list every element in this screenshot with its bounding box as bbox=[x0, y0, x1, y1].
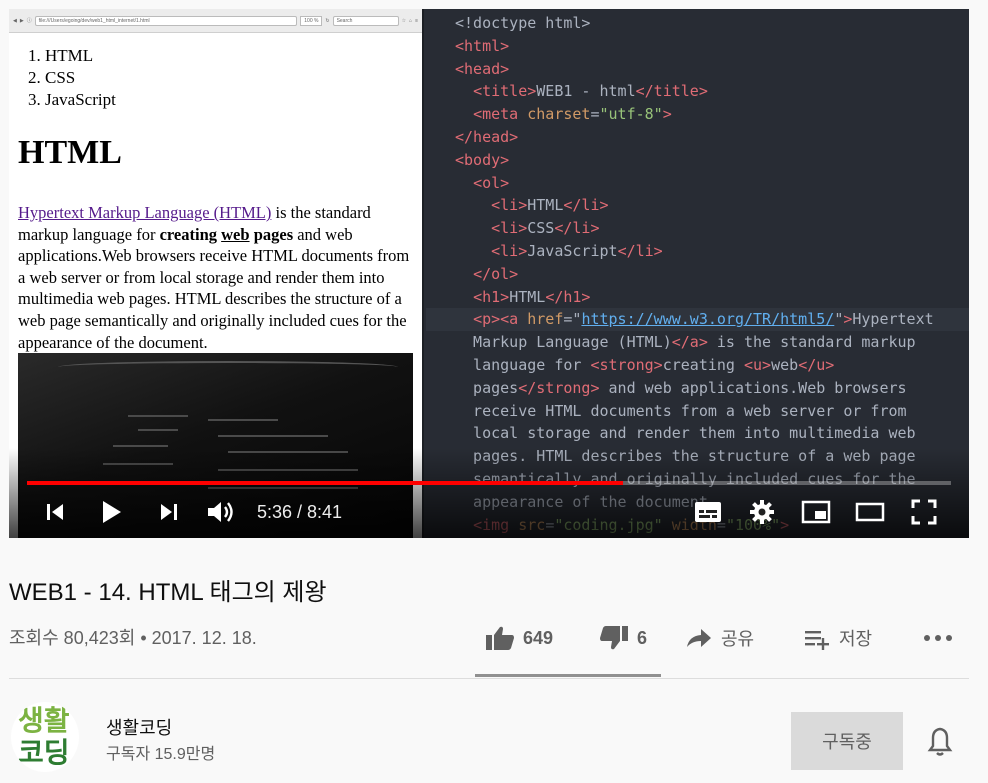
share-button[interactable]: 공유 bbox=[685, 618, 754, 658]
volume-button[interactable] bbox=[203, 494, 239, 530]
miniplayer-icon bbox=[801, 500, 831, 524]
code-line: pages</strong> and web applications.Web … bbox=[455, 378, 907, 397]
video-meta: 조회수 80,423회 • 2017. 12. 18. bbox=[9, 624, 257, 650]
code-line: receive HTML documents from a web server… bbox=[455, 401, 907, 420]
strong-text: creating web pages bbox=[160, 225, 294, 244]
settings-button[interactable] bbox=[746, 494, 778, 530]
like-count: 649 bbox=[523, 627, 554, 648]
thumbs-down-icon bbox=[600, 626, 628, 650]
meta-separator: • bbox=[140, 628, 147, 648]
code-line: <li>CSS</li> bbox=[491, 219, 600, 238]
share-icon bbox=[687, 629, 711, 647]
avatar-text: 생활 bbox=[18, 704, 70, 737]
progress-bar[interactable] bbox=[27, 481, 951, 485]
avatar-text: 코딩 bbox=[18, 736, 70, 769]
code-line: <li>HTML</li> bbox=[491, 196, 609, 215]
next-button[interactable] bbox=[153, 494, 185, 530]
code-line: <head> bbox=[455, 59, 510, 78]
code-line: <li>JavaScript</li> bbox=[491, 241, 663, 260]
code-line: </ol> bbox=[473, 264, 519, 283]
code-line: <p><a href="https://www.w3.org/TR/html5/… bbox=[473, 310, 934, 329]
strong-part: pages bbox=[249, 224, 294, 244]
bell-icon bbox=[927, 727, 953, 756]
save-label: 저장 bbox=[839, 629, 873, 649]
notification-bell-button[interactable] bbox=[922, 724, 958, 760]
previous-button[interactable] bbox=[39, 494, 71, 530]
playlist-add-icon bbox=[805, 631, 829, 650]
more-icon bbox=[924, 635, 952, 641]
video-title: WEB1 - 14. HTML 태그의 제왕 bbox=[9, 579, 327, 606]
list-item: CSS bbox=[45, 67, 116, 89]
back-icon[interactable]: ◀ bbox=[13, 18, 17, 24]
info-icon: ⓘ bbox=[26, 18, 32, 24]
browser-zoom: 100 % bbox=[300, 15, 323, 26]
code-line: <!doctype html> bbox=[455, 14, 591, 32]
like-button[interactable]: 649 bbox=[485, 618, 553, 658]
like-ratio-bar bbox=[475, 674, 661, 677]
theater-mode-button[interactable] bbox=[853, 494, 887, 530]
skip-previous-icon bbox=[47, 504, 63, 520]
player-controls: 5:36 / 8:41 bbox=[9, 494, 969, 534]
strong-part: creating bbox=[159, 224, 222, 244]
subtitles-button[interactable] bbox=[692, 494, 724, 530]
code-line: <ol> bbox=[473, 173, 510, 192]
channel-avatar[interactable]: 생활 코딩 bbox=[11, 702, 79, 772]
video-actions: 649 6 공유 저장 bbox=[475, 618, 965, 660]
subtitles-icon bbox=[695, 502, 721, 522]
forward-icon[interactable]: ▶ bbox=[20, 18, 24, 24]
section-divider bbox=[9, 678, 969, 679]
volume-icon bbox=[208, 502, 233, 522]
code-line: <meta charset="utf-8"> bbox=[473, 105, 672, 124]
save-button[interactable]: 저장 bbox=[803, 618, 872, 658]
video-player[interactable]: ◀ ▶ ⓘ file:///Users/egoing/dev/web1_html… bbox=[9, 9, 969, 538]
code-line: <html> bbox=[455, 36, 510, 55]
upload-date: 2017. 12. 18. bbox=[151, 628, 257, 648]
page-list: HTML CSS JavaScript bbox=[45, 45, 116, 111]
dislike-count: 6 bbox=[637, 627, 648, 648]
reload-icon[interactable]: ↻ bbox=[325, 18, 329, 24]
browser-url[interactable]: file:///Users/egoing/dev/web1_html_inter… bbox=[34, 15, 298, 26]
time-display: 5:36 / 8:41 bbox=[257, 502, 343, 522]
progress-fill bbox=[27, 481, 623, 485]
code-line: Markup Language (HTML)</a> is the standa… bbox=[455, 333, 916, 352]
star-icon[interactable]: ☆ bbox=[402, 18, 406, 24]
skip-next-icon bbox=[161, 504, 177, 520]
code-line: </head> bbox=[455, 127, 519, 146]
fullscreen-button[interactable] bbox=[907, 494, 941, 530]
play-icon bbox=[103, 501, 121, 523]
play-button[interactable] bbox=[95, 494, 127, 530]
html-link[interactable]: Hypertext Markup Language (HTML) bbox=[18, 203, 271, 222]
thumbs-up-icon bbox=[486, 626, 514, 650]
miniplayer-button[interactable] bbox=[799, 494, 833, 530]
dislike-button[interactable]: 6 bbox=[599, 618, 647, 658]
code-line: <h1>HTML</h1> bbox=[473, 287, 591, 306]
browser-toolbar: ◀ ▶ ⓘ file:///Users/egoing/dev/web1_html… bbox=[9, 9, 422, 33]
code-line: language for <strong>creating <u>web</u> bbox=[455, 355, 835, 374]
code-line: <body> bbox=[455, 150, 510, 169]
underline-text: web bbox=[221, 224, 250, 244]
menu-icon[interactable]: ≡ bbox=[415, 18, 418, 24]
page-heading: HTML bbox=[18, 134, 122, 171]
list-item: JavaScript bbox=[45, 89, 116, 111]
theater-icon bbox=[855, 502, 885, 522]
home-icon[interactable]: ⌂ bbox=[409, 18, 412, 24]
code-line: <title>WEB1 - html</title> bbox=[473, 82, 708, 101]
browser-search[interactable]: Search bbox=[332, 15, 399, 26]
fullscreen-icon bbox=[911, 499, 937, 525]
subscribe-button[interactable]: 구독중 bbox=[791, 712, 903, 770]
more-actions-button[interactable] bbox=[923, 618, 953, 658]
share-label: 공유 bbox=[721, 629, 755, 649]
gear-icon bbox=[750, 500, 774, 524]
channel-name[interactable]: 생활코딩 bbox=[106, 714, 172, 740]
view-count: 조회수 80,423회 bbox=[9, 628, 136, 648]
list-item: HTML bbox=[45, 45, 116, 67]
subscriber-count: 구독자 15.9만명 bbox=[106, 746, 216, 763]
code-line: local storage and render them into multi… bbox=[455, 424, 916, 443]
page-paragraph: Hypertext Markup Language (HTML) is the … bbox=[18, 202, 418, 353]
